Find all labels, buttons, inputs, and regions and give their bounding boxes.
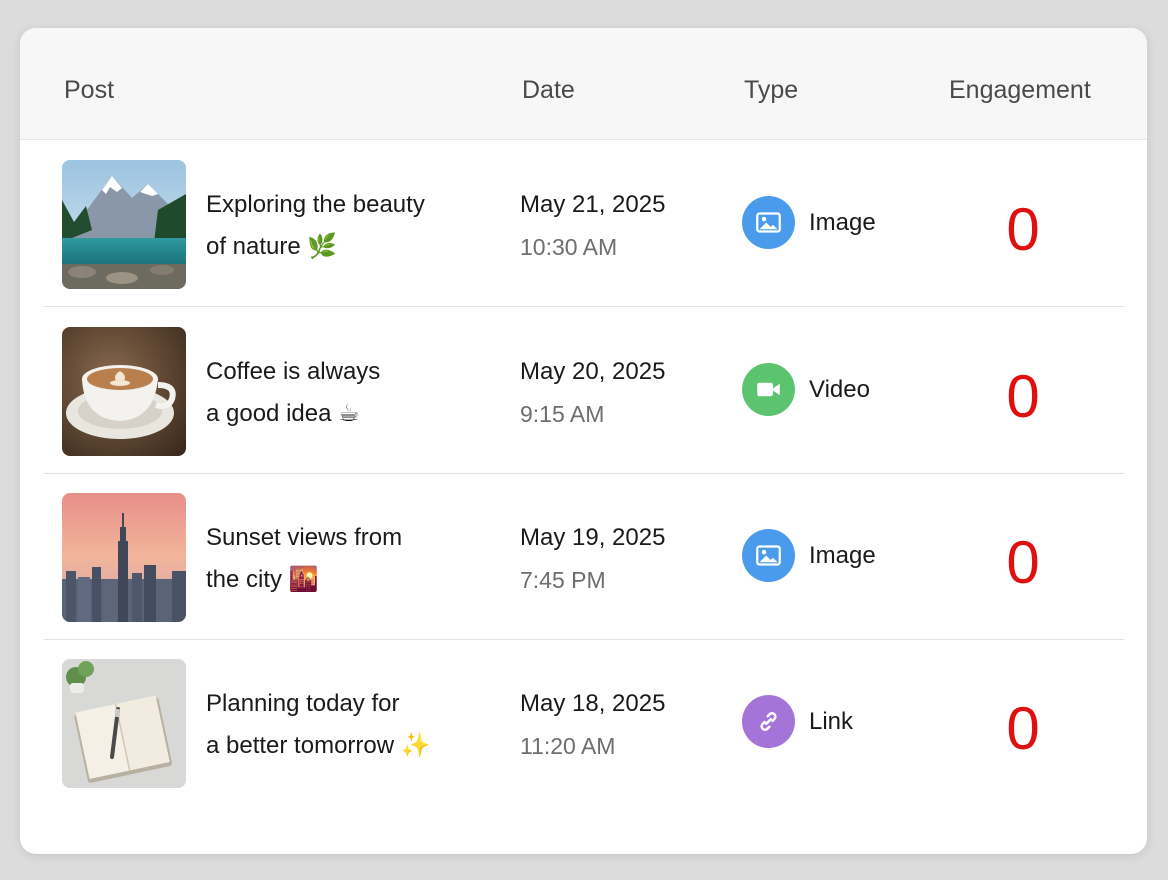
notebook-thumbnail[interactable] bbox=[62, 659, 186, 788]
post-title-line: Planning today for bbox=[206, 690, 400, 717]
post-type-label: Link bbox=[809, 708, 854, 735]
city-sunset-thumbnail[interactable] bbox=[62, 493, 186, 622]
table-row[interactable]: Sunset views from the city 🌇 May 19, 202… bbox=[20, 473, 1147, 639]
post-type-label: Image bbox=[809, 209, 876, 236]
post-time: 7:45 PM bbox=[520, 567, 606, 593]
post-title-line: Exploring the beauty bbox=[206, 191, 425, 218]
post-date: May 19, 2025 bbox=[520, 524, 666, 551]
image-icon bbox=[742, 529, 795, 582]
post-title-line: Coffee is always bbox=[206, 358, 381, 385]
column-header-date[interactable]: Date bbox=[522, 76, 575, 105]
column-header-type[interactable]: Type bbox=[744, 76, 798, 105]
image-icon bbox=[742, 196, 795, 249]
post-title[interactable]: Planning today for a better tomorrow ✨ bbox=[206, 683, 486, 767]
post-title-line: a better tomorrow ✨ bbox=[206, 732, 431, 759]
post-title-line: of nature 🌿 bbox=[206, 233, 338, 260]
post-date: May 20, 2025 bbox=[520, 358, 666, 385]
post-date: May 21, 2025 bbox=[520, 191, 666, 218]
post-type-label: Image bbox=[809, 542, 876, 569]
post-type-label: Video bbox=[809, 376, 870, 403]
column-header-engagement[interactable]: Engagement bbox=[949, 76, 1091, 105]
post-title[interactable]: Exploring the beauty of nature 🌿 bbox=[206, 184, 486, 268]
engagement-count: 0 bbox=[1006, 363, 1040, 430]
engagement-count: 0 bbox=[1006, 695, 1040, 762]
link-icon bbox=[742, 695, 795, 748]
mountain-lake-thumbnail[interactable] bbox=[62, 160, 186, 289]
post-title-line: Sunset views from bbox=[206, 524, 403, 551]
post-time: 11:20 AM bbox=[520, 733, 616, 759]
post-title[interactable]: Coffee is always a good idea ☕ bbox=[206, 351, 486, 435]
column-header-post[interactable]: Post bbox=[64, 76, 114, 105]
coffee-cup-thumbnail[interactable] bbox=[62, 327, 186, 456]
engagement-count: 0 bbox=[1006, 196, 1040, 263]
post-time: 10:30 AM bbox=[520, 234, 618, 260]
table-header: Post Date Type Engagement bbox=[20, 28, 1147, 140]
posts-table: Post Date Type Engagement Exploring the … bbox=[20, 28, 1147, 854]
table-row[interactable]: Exploring the beauty of nature 🌿 May 21,… bbox=[20, 140, 1147, 306]
post-date: May 18, 2025 bbox=[520, 690, 666, 717]
post-title[interactable]: Sunset views from the city 🌇 bbox=[206, 517, 486, 601]
video-camera-icon bbox=[742, 363, 795, 416]
post-title-line: the city 🌇 bbox=[206, 566, 319, 593]
table-row[interactable]: Coffee is always a good idea ☕ May 20, 2… bbox=[20, 307, 1147, 473]
post-time: 9:15 AM bbox=[520, 401, 605, 427]
table-row[interactable]: Planning today for a better tomorrow ✨ M… bbox=[20, 639, 1147, 805]
engagement-count: 0 bbox=[1006, 529, 1040, 596]
post-title-line: a good idea ☕ bbox=[206, 400, 360, 427]
